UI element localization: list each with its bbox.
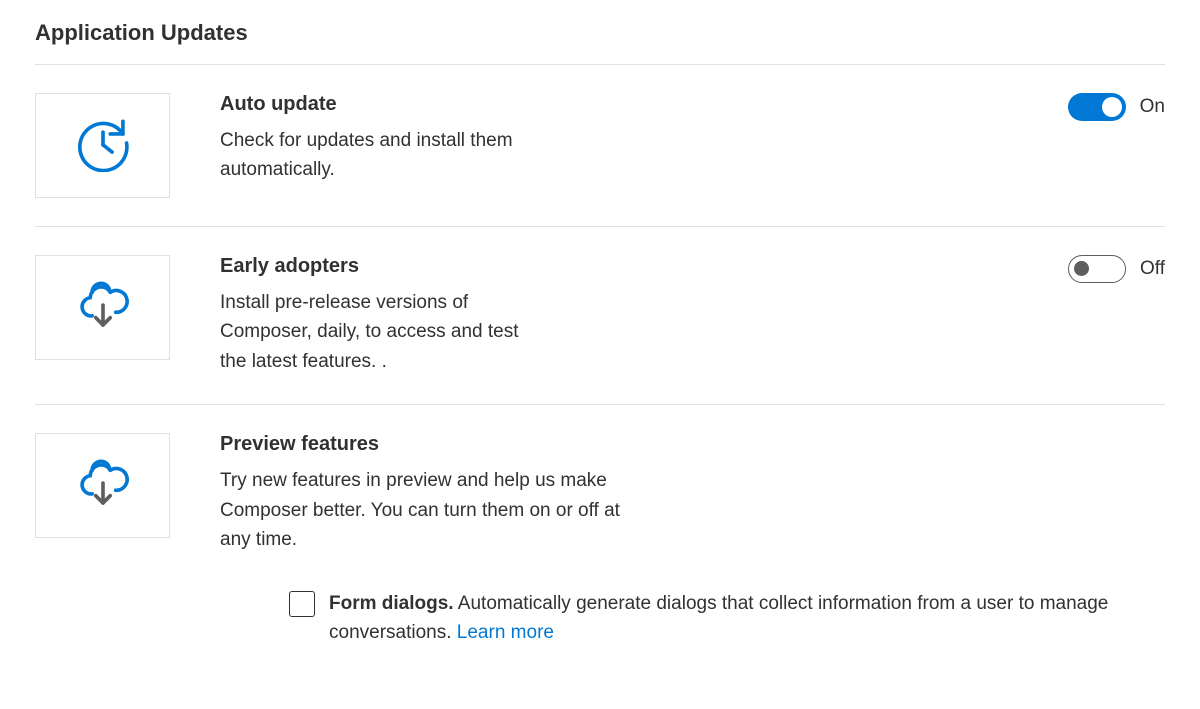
setting-desc: Install pre-release versions of Composer… [220, 288, 550, 376]
checkbox-title: Form dialogs. [329, 593, 454, 614]
auto-update-toggle[interactable] [1068, 93, 1126, 121]
section-title: Application Updates [35, 20, 1165, 46]
preview-features-text: Preview features Try new features in pre… [220, 433, 630, 554]
checkbox-text: Form dialogs. Automatically generate dia… [329, 589, 1165, 648]
learn-more-link[interactable]: Learn more [457, 622, 554, 643]
setting-title: Early adopters [220, 255, 550, 278]
refresh-clock-icon [74, 114, 132, 177]
setting-row-preview-features: Preview features Try new features in pre… [35, 405, 1165, 675]
form-dialogs-checkbox-row: Form dialogs. Automatically generate dia… [289, 589, 1165, 648]
setting-desc: Try new features in preview and help us … [220, 466, 630, 554]
form-dialogs-checkbox[interactable] [289, 591, 315, 617]
auto-update-text: Auto update Check for updates and instal… [220, 93, 620, 185]
toggle-col: On [1068, 93, 1165, 121]
toggle-col: Off [1068, 255, 1165, 283]
setting-desc: Check for updates and install them autom… [220, 126, 620, 185]
preview-features-icon-box [35, 433, 170, 538]
toggle-label: On [1140, 96, 1165, 118]
cloud-download-icon [74, 276, 132, 339]
toggle-label: Off [1140, 258, 1165, 280]
early-adopters-text: Early adopters Install pre-release versi… [220, 255, 550, 376]
setting-row-auto-update: Auto update Check for updates and instal… [35, 65, 1165, 227]
setting-title: Preview features [220, 433, 630, 456]
setting-row-early-adopters: Early adopters Install pre-release versi… [35, 227, 1165, 405]
auto-update-icon-box [35, 93, 170, 198]
setting-title: Auto update [220, 93, 620, 116]
early-adopters-toggle[interactable] [1068, 255, 1126, 283]
early-adopters-icon-box [35, 255, 170, 360]
cloud-download-icon [74, 454, 132, 517]
